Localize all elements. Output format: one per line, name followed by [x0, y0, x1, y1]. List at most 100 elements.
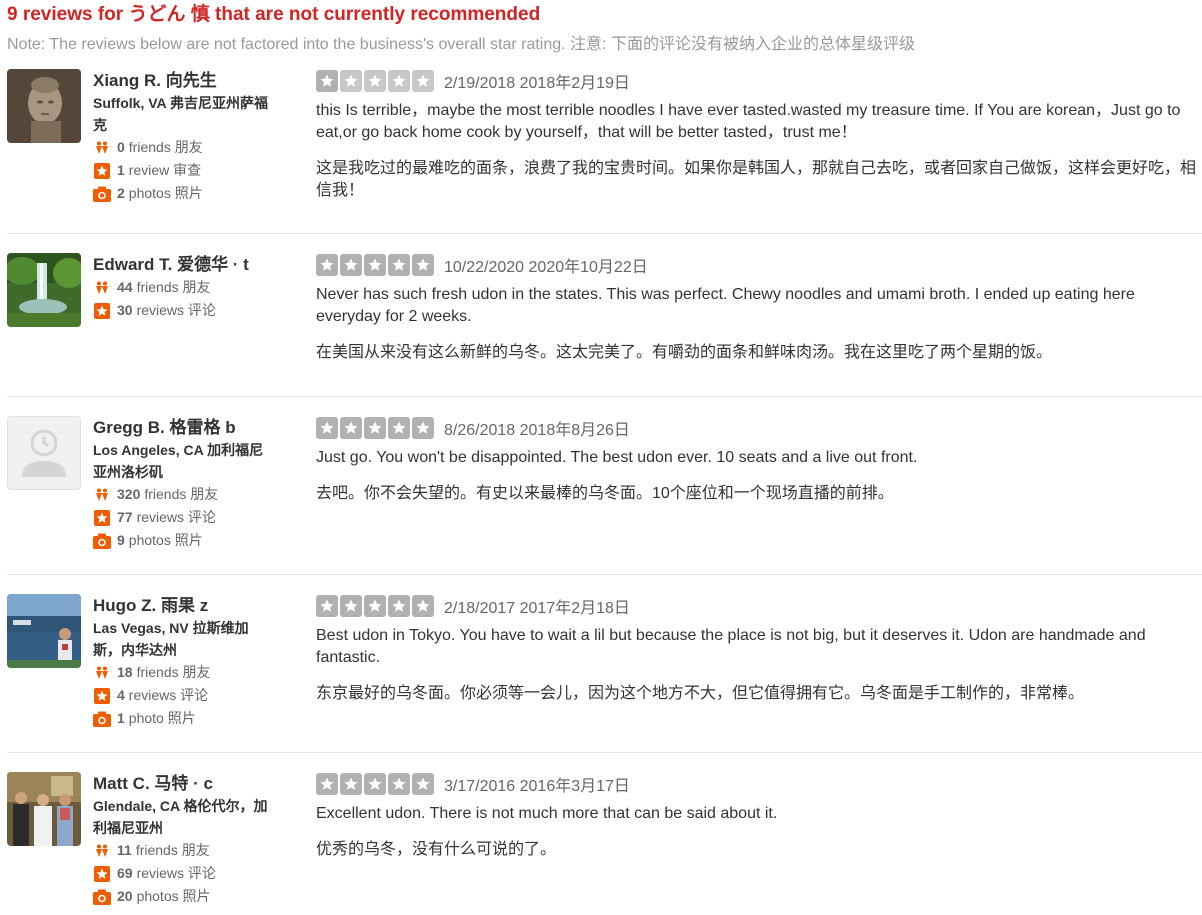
friends-label: friends 朋友: [136, 664, 211, 680]
photos-number: 9: [117, 532, 125, 548]
group-photo-image: [7, 772, 81, 846]
friends-number: 11: [117, 842, 132, 858]
reviews-number: 77: [117, 509, 133, 525]
star-icon: [388, 773, 410, 795]
user-name[interactable]: Edward T. 爱德华 · t: [93, 254, 273, 276]
camera-icon: [93, 186, 111, 202]
friends-icon: [93, 665, 111, 681]
star-icon: [412, 773, 434, 795]
user-name[interactable]: Gregg B. 格雷格 b: [93, 417, 273, 439]
review-date: 2/19/2018 2018年2月19日: [444, 75, 630, 92]
friends-number: 44: [117, 279, 133, 295]
review-count: 4 reviews 评论: [93, 684, 273, 707]
photos-number: 20: [117, 888, 133, 904]
star-icon: [316, 773, 338, 795]
review-text-en: Just go. You won't be disappointed. The …: [316, 449, 918, 466]
review-star-icon: [93, 302, 111, 319]
user-avatar[interactable]: [7, 772, 81, 846]
rating-note: Note: The reviews below are not factored…: [7, 36, 915, 53]
star-icon: [340, 417, 362, 439]
review-date: 8/26/2018 2018年8月26日: [444, 422, 630, 439]
star-icon: [388, 254, 410, 276]
user-passport: Matt C. 马特 · c Glendale, CA 格伦代尔，加利福尼亚州 …: [7, 772, 316, 909]
review-star-icon: [93, 865, 111, 882]
review-date: 2/18/2017 2017年2月18日: [444, 600, 630, 617]
user-avatar[interactable]: [7, 253, 81, 327]
review-date: 10/22/2020 2020年10月22日: [444, 259, 648, 276]
star-icon: [388, 417, 410, 439]
camera-icon: [93, 711, 111, 727]
review-star-icon: [93, 509, 111, 526]
star-icon: [364, 773, 386, 795]
review-text-en: Excellent udon. There is not much more t…: [316, 805, 778, 822]
review-date: 3/17/2016 2016年3月17日: [444, 778, 630, 795]
photo-count: 1 photo 照片: [93, 707, 273, 730]
user-avatar[interactable]: [7, 69, 81, 143]
friends-label: friends 朋友: [128, 139, 203, 155]
reviews-number: 1: [117, 162, 125, 178]
star-icon: [364, 70, 386, 92]
user-location: Los Angeles, CA 加利福尼亚州洛杉矶: [93, 442, 264, 480]
friends-label: friends 朋友: [135, 842, 210, 858]
friends-label: friends 朋友: [136, 279, 211, 295]
review-list: Xiang R. 向先生 Suffolk, VA 弗吉尼亚州萨福克 0 frie…: [7, 65, 1202, 909]
review-text-zh: 东京最好的乌冬面。你必须等一会儿，因为这个地方不大，但它值得拥有它。乌冬面是手工…: [316, 685, 1085, 702]
review-text-zh: 在美国从来没有这么新鲜的乌冬。这太完美了。有嚼劲的面条和鲜味肉汤。我在这里吃了两…: [316, 344, 1053, 361]
star-rating: [316, 773, 434, 795]
user-passport: Hugo Z. 雨果 z Las Vegas, NV 拉斯维加斯，内华达州 18…: [7, 594, 316, 752]
star-icon: [388, 595, 410, 617]
user-name[interactable]: Hugo Z. 雨果 z: [93, 595, 273, 617]
review-text-en: Best udon in Tokyo. You have to wait a l…: [316, 627, 1146, 666]
review-text-zh: 这是我吃过的最难吃的面条，浪费了我的宝贵时间。如果你是韩国人，那就自己去吃，或者…: [316, 160, 1197, 199]
review-count: 69 reviews 评论: [93, 862, 273, 885]
friends-number: 18: [117, 664, 133, 680]
camera-icon: [93, 533, 111, 549]
review-count: 77 reviews 评论: [93, 506, 273, 529]
star-icon: [364, 595, 386, 617]
review-item: Hugo Z. 雨果 z Las Vegas, NV 拉斯维加斯，内华达州 18…: [7, 575, 1202, 753]
friends-icon: [93, 843, 111, 859]
reviews-label: reviews 评论: [128, 687, 209, 703]
star-icon: [316, 595, 338, 617]
user-avatar[interactable]: [7, 416, 81, 490]
star-icon: [340, 254, 362, 276]
star-icon: [340, 773, 362, 795]
user-passport: Edward T. 爱德华 · t 44 friends 朋友 30 revie…: [7, 253, 316, 396]
reviews-label: review 审查: [128, 162, 202, 178]
user-avatar[interactable]: [7, 594, 81, 668]
review-item: Xiang R. 向先生 Suffolk, VA 弗吉尼亚州萨福克 0 frie…: [7, 65, 1202, 234]
star-icon: [364, 254, 386, 276]
star-icon: [316, 70, 338, 92]
user-name[interactable]: Xiang R. 向先生: [93, 70, 273, 92]
stadium-photo-image: [7, 594, 81, 668]
reviews-number: 4: [117, 687, 125, 703]
review-item: Edward T. 爱德华 · t 44 friends 朋友 30 revie…: [7, 234, 1202, 397]
friends-icon: [93, 487, 111, 503]
photo-count: 2 photos 照片: [93, 182, 273, 205]
user-location: Las Vegas, NV 拉斯维加斯，内华达州: [93, 620, 249, 658]
camera-icon: [93, 889, 111, 905]
review-count: 30 reviews 评论: [93, 299, 273, 322]
review-text-zh: 优秀的乌冬，没有什么可说的了。: [316, 841, 557, 858]
friend-count: 11 friends 朋友: [93, 839, 273, 862]
star-rating: [316, 70, 434, 92]
review-count: 1 review 审查: [93, 159, 273, 182]
photos-label: photo 照片: [128, 710, 196, 726]
star-icon: [316, 254, 338, 276]
user-location: Suffolk, VA 弗吉尼亚州萨福克: [93, 95, 268, 133]
waterfall-photo-image: [7, 253, 81, 327]
review-star-icon: [93, 687, 111, 704]
statue-photo-image: [7, 69, 81, 143]
star-icon: [340, 70, 362, 92]
reviews-label: reviews 评论: [136, 865, 216, 881]
user-passport: Xiang R. 向先生 Suffolk, VA 弗吉尼亚州萨福克 0 frie…: [7, 69, 316, 233]
photos-number: 1: [117, 710, 125, 726]
rating-row: 8/26/2018 2018年8月26日: [316, 416, 1196, 440]
review-text-en: Never has such fresh udon in the states.…: [316, 286, 1135, 325]
photo-count: 9 photos 照片: [93, 529, 273, 552]
star-rating: [316, 254, 434, 276]
review-text-en: this Is terrible，maybe the most terrible…: [316, 102, 1181, 141]
star-icon: [412, 70, 434, 92]
review-star-icon: [93, 162, 111, 179]
user-name[interactable]: Matt C. 马特 · c: [93, 773, 273, 795]
